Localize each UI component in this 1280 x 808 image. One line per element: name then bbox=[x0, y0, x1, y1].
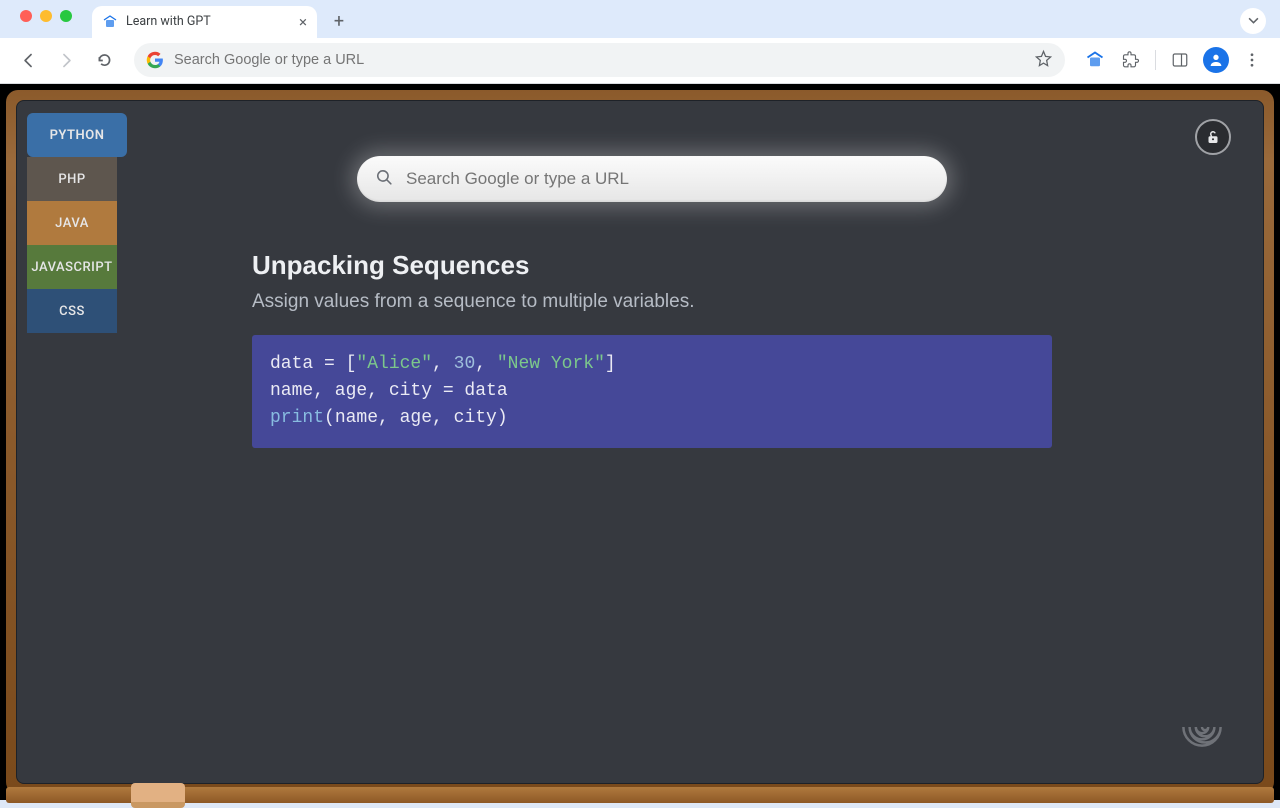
tab-close-icon[interactable]: × bbox=[299, 13, 307, 31]
tab-favicon-icon bbox=[102, 14, 118, 30]
lock-badge[interactable] bbox=[1195, 119, 1231, 155]
extensions-icon[interactable] bbox=[1115, 44, 1147, 76]
browser-chrome: Learn with GPT × + bbox=[0, 0, 1280, 84]
bookmark-star-icon[interactable] bbox=[1034, 49, 1053, 72]
toolbar-divider bbox=[1155, 50, 1156, 70]
page-search-bar[interactable] bbox=[357, 156, 947, 202]
back-button[interactable] bbox=[12, 44, 44, 76]
toolbar-actions bbox=[1079, 44, 1268, 76]
reload-button[interactable] bbox=[88, 44, 120, 76]
forward-button[interactable] bbox=[50, 44, 82, 76]
tab-strip: Learn with GPT × + bbox=[0, 0, 1280, 38]
window-minimize-button[interactable] bbox=[40, 10, 52, 22]
lesson-title: Unpacking Sequences bbox=[252, 250, 1052, 281]
window-close-button[interactable] bbox=[20, 10, 32, 22]
profile-avatar[interactable] bbox=[1200, 44, 1232, 76]
unlock-icon bbox=[1204, 128, 1222, 146]
language-tabs: PYTHON PHP JAVA JAVASCRIPT CSS bbox=[27, 113, 127, 333]
app-viewport: PYTHON PHP JAVA JAVASCRIPT CSS bbox=[0, 84, 1280, 800]
new-tab-button[interactable]: + bbox=[325, 8, 353, 36]
search-icon bbox=[375, 168, 394, 191]
browser-tab-active[interactable]: Learn with GPT × bbox=[92, 6, 317, 38]
chalkboard-frame: PYTHON PHP JAVA JAVASCRIPT CSS bbox=[6, 90, 1274, 794]
lesson-subtitle: Assign values from a sequence to multipl… bbox=[252, 291, 1052, 313]
spiral-logo-icon bbox=[1171, 696, 1233, 758]
chalk-eraser bbox=[131, 783, 185, 808]
google-g-icon bbox=[146, 51, 164, 69]
page-search-input[interactable] bbox=[406, 169, 929, 189]
side-panel-icon[interactable] bbox=[1164, 44, 1196, 76]
window-controls bbox=[10, 0, 84, 22]
address-bar[interactable] bbox=[134, 43, 1065, 77]
omnibox-input[interactable] bbox=[174, 52, 1024, 68]
chalk-ledge bbox=[6, 787, 1274, 803]
tab-title: Learn with GPT bbox=[126, 14, 211, 29]
lang-tab-css[interactable]: CSS bbox=[27, 289, 117, 333]
browser-toolbar bbox=[0, 38, 1280, 83]
lang-tab-php[interactable]: PHP bbox=[27, 157, 117, 201]
extension-gpt-icon[interactable] bbox=[1079, 44, 1111, 76]
code-block: data = ["Alice", 30, "New York"] name, a… bbox=[252, 335, 1052, 448]
lang-tab-python[interactable]: PYTHON bbox=[27, 113, 127, 157]
content-area: Unpacking Sequences Assign values from a… bbox=[252, 156, 1052, 448]
lang-tab-java[interactable]: JAVA bbox=[27, 201, 117, 245]
lang-tab-javascript[interactable]: JAVASCRIPT bbox=[27, 245, 117, 289]
window-maximize-button[interactable] bbox=[60, 10, 72, 22]
tabs-dropdown-button[interactable] bbox=[1240, 8, 1266, 34]
chalkboard: PYTHON PHP JAVA JAVASCRIPT CSS bbox=[16, 100, 1264, 784]
kebab-menu-icon[interactable] bbox=[1236, 44, 1268, 76]
